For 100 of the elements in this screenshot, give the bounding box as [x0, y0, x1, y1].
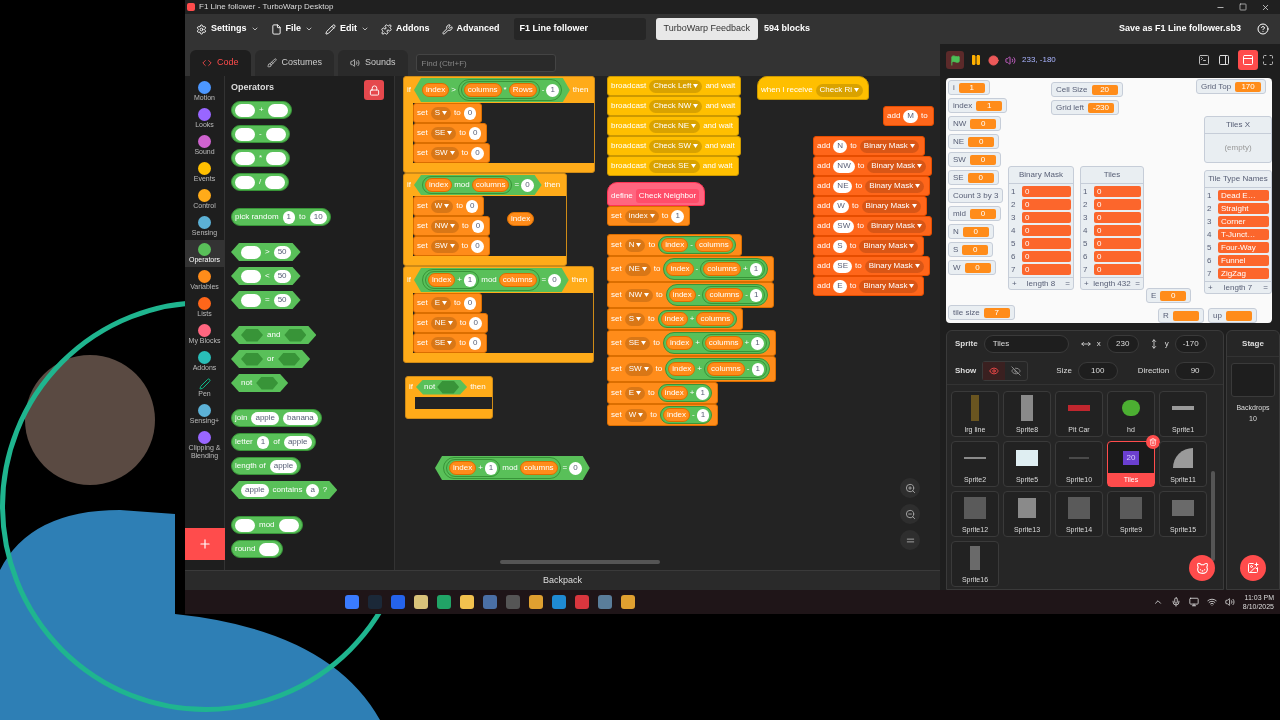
help-icon[interactable]: [1257, 23, 1269, 35]
resize-handle[interactable]: =: [1065, 277, 1070, 290]
set-block[interactable]: set W to 0: [413, 196, 485, 216]
taskbar-app-icon[interactable]: [552, 595, 566, 609]
text-input[interactable]: SE: [833, 259, 853, 273]
number-input[interactable]: 10: [309, 210, 327, 224]
operator-reporter[interactable]: index - columns + 1: [663, 258, 769, 280]
taskbar-app-icon[interactable]: [437, 595, 451, 609]
operator-reporter[interactable]: index + columns - 1: [665, 358, 770, 380]
text-input[interactable]: apple: [241, 483, 269, 497]
show-button[interactable]: [983, 361, 1006, 380]
scrollbar[interactable]: [1211, 471, 1215, 561]
resize-handle[interactable]: =: [1135, 277, 1140, 290]
number-input[interactable]: 1: [749, 288, 763, 302]
add-extension-button[interactable]: [184, 528, 225, 560]
zoom-reset-button[interactable]: [900, 530, 920, 550]
number-input[interactable]: 0: [469, 336, 482, 350]
operator-block[interactable]: join apple banana: [231, 409, 322, 427]
boolean-reporter[interactable]: index > columns * Rows - 1: [414, 78, 570, 102]
number-input[interactable]: 1: [751, 362, 764, 376]
set-block[interactable]: set S to 0: [413, 103, 483, 123]
project-title-field[interactable]: F1 Line follower: [513, 18, 646, 40]
stage[interactable]: [946, 78, 1272, 323]
chevron-up-icon[interactable]: [1152, 597, 1163, 607]
add-block[interactable]: add S to Binary Mask: [813, 236, 925, 256]
set-block[interactable]: set SE to 0: [413, 123, 488, 143]
code-workspace[interactable]: [395, 76, 940, 570]
pause-icon[interactable]: [970, 54, 982, 66]
maximize-icon[interactable]: [1239, 3, 1247, 11]
number-input[interactable]: 1: [696, 386, 709, 400]
set-block[interactable]: set NW to index - columns - 1: [607, 282, 775, 308]
resize-handle[interactable]: =: [1263, 281, 1268, 294]
operator-reporter[interactable]: index + 1 mod columns: [443, 457, 561, 479]
number-input[interactable]: 0: [465, 199, 479, 213]
operator-reporter[interactable]: index + 1: [657, 384, 712, 402]
save-button[interactable]: Save as F1 Line follower.sb3: [1118, 22, 1241, 36]
operator-block[interactable]: length of apple: [231, 457, 302, 475]
operator-reporter[interactable]: columns - 1: [704, 360, 767, 378]
stop-icon[interactable]: [988, 54, 999, 66]
text-input[interactable]: banana: [283, 411, 318, 425]
taskbar-app-icon[interactable]: [345, 595, 359, 609]
operator-reporter[interactable]: index + columns + 1: [663, 332, 770, 354]
boolean-slot[interactable]: [278, 352, 301, 366]
microphone-icon[interactable]: [1170, 597, 1181, 607]
number-input[interactable]: 0: [471, 239, 484, 253]
boolean-slot[interactable]: [256, 376, 279, 390]
number-input[interactable]: 0: [463, 296, 477, 310]
operator-reporter[interactable]: index + 1: [425, 271, 480, 289]
operator-reporter[interactable]: index + 1: [446, 459, 501, 477]
text-input[interactable]: N: [833, 139, 848, 153]
text-input[interactable]: apple: [269, 459, 298, 473]
taskbar-app-icon[interactable]: [575, 595, 589, 609]
text-input[interactable]: SW: [833, 219, 855, 233]
editor-tab[interactable]: Code: [190, 50, 251, 76]
taskbar-app-icon[interactable]: [391, 595, 405, 609]
taskbar-app-icon[interactable]: [414, 595, 428, 609]
menu-button[interactable]: Advanced: [435, 14, 506, 44]
speaker-icon[interactable]: [1005, 54, 1016, 66]
text-input[interactable]: W: [833, 199, 849, 213]
add-block[interactable]: add W to Binary Mask: [813, 196, 927, 216]
monitor-icon[interactable]: [1188, 597, 1199, 607]
operator-reporter[interactable]: columns + 1: [701, 334, 767, 352]
size-field[interactable]: 100: [1077, 361, 1118, 380]
set-block[interactable]: set NE to 0: [413, 313, 488, 333]
set-block[interactable]: set E to 0: [413, 293, 483, 313]
operator-reporter[interactable]: columns + 1: [700, 260, 766, 278]
add-block[interactable]: add M to: [883, 106, 934, 126]
add-block[interactable]: add SW to Binary Mask: [813, 216, 932, 236]
add-block[interactable]: add NE to Binary Mask: [813, 176, 931, 196]
text-input[interactable]: a: [306, 483, 319, 497]
lock-button[interactable]: [364, 80, 384, 100]
set-block[interactable]: set SE to index + columns + 1: [607, 330, 776, 356]
fullscreen-icon[interactable]: [1262, 54, 1274, 66]
operator-block[interactable]: < 50: [231, 267, 301, 285]
add-sprite-button[interactable]: [1189, 555, 1215, 581]
boolean-slot[interactable]: [241, 352, 263, 366]
taskbar-app-icon[interactable]: [529, 595, 543, 609]
operator-block[interactable]: apple contains a ?: [231, 481, 338, 499]
add-block[interactable]: add NW to Binary Mask: [813, 156, 933, 176]
text-input[interactable]: S: [833, 239, 847, 253]
boolean-slot[interactable]: [437, 380, 460, 394]
backpack-bar[interactable]: Backpack: [185, 570, 940, 590]
x-field[interactable]: 230: [1106, 335, 1139, 353]
direction-field[interactable]: 90: [1175, 361, 1215, 380]
number-input[interactable]: 1: [751, 336, 764, 350]
dropdown[interactable]: Binary Mask: [859, 239, 919, 253]
operator-reporter[interactable]: columns * Rows - 1: [457, 79, 562, 101]
number-input[interactable]: 0: [471, 146, 484, 160]
set-block[interactable]: set SW to index + columns - 1: [607, 356, 776, 382]
zoom-in-button[interactable]: [900, 478, 920, 498]
set-block[interactable]: set SE to 0: [413, 333, 488, 353]
operator-reporter[interactable]: index + 1 mod columns: [422, 269, 540, 291]
dropdown[interactable]: Binary Mask: [859, 139, 919, 153]
number-input[interactable]: 1: [671, 209, 684, 223]
text-input[interactable]: NW: [833, 159, 855, 173]
dropdown[interactable]: Binary Mask: [864, 259, 924, 273]
set-block[interactable]: set SW to 0: [413, 236, 490, 256]
close-icon[interactable]: [1261, 2, 1270, 12]
zoom-out-button[interactable]: [900, 504, 920, 524]
editor-tab[interactable]: Sounds: [338, 50, 408, 76]
